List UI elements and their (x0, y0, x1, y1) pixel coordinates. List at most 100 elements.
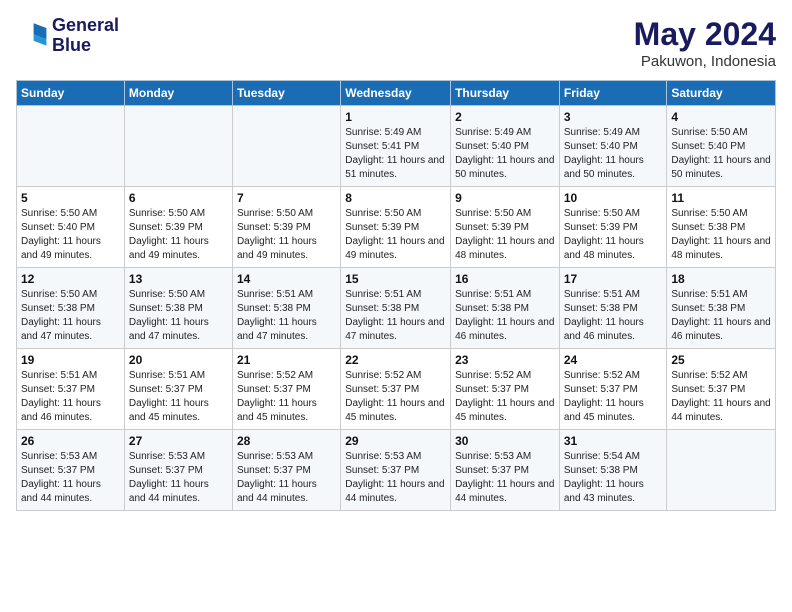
day-number: 1 (345, 110, 446, 124)
logo: General Blue (16, 16, 119, 56)
calendar-cell: 2 Sunrise: 5:49 AMSunset: 5:40 PMDaylight… (451, 106, 560, 187)
day-info: Sunrise: 5:49 AMSunset: 5:41 PMDaylight:… (345, 126, 446, 182)
calendar-cell: 12Sunrise: 5:50 AMSunset: 5:38 PMDayligh… (17, 268, 125, 349)
day-number: 28 (237, 434, 336, 448)
day-info: Sunrise: 5:50 AMSunset: 5:39 PMDaylight:… (237, 207, 336, 263)
day-info: Sunrise: 5:52 AMSunset: 5:37 PMDaylight:… (455, 369, 555, 425)
day-info: Sunrise: 5:53 AMSunset: 5:37 PMDaylight:… (345, 450, 446, 506)
day-info: Sunrise: 5:51 AMSunset: 5:38 PMDaylight:… (564, 288, 663, 344)
calendar-cell: 18Sunrise: 5:51 AMSunset: 5:38 PMDayligh… (667, 268, 776, 349)
calendar-cell: 29 Sunrise: 5:53 AMSunset: 5:37 PMDayligh… (341, 430, 451, 511)
day-number: 14 (237, 272, 336, 286)
calendar-cell: 1 Sunrise: 5:49 AMSunset: 5:41 PMDaylight… (341, 106, 451, 187)
day-info: Sunrise: 5:51 AMSunset: 5:37 PMDaylight:… (129, 369, 228, 425)
calendar-cell (17, 106, 125, 187)
calendar-cell: 30Sunrise: 5:53 AMSunset: 5:37 PMDayligh… (451, 430, 560, 511)
month-title: May 2024 (634, 16, 776, 53)
day-number: 19 (21, 353, 120, 367)
calendar-cell: 22 Sunrise: 5:52 AMSunset: 5:37 PMDayligh… (341, 349, 451, 430)
calendar-cell (124, 106, 232, 187)
calendar-cell (667, 430, 776, 511)
day-info: Sunrise: 5:50 AMSunset: 5:38 PMDaylight:… (129, 288, 228, 344)
calendar-week-row: 19 Sunrise: 5:51 AMSunset: 5:37 PMDayligh… (17, 349, 776, 430)
day-number: 6 (129, 191, 228, 205)
day-info: Sunrise: 5:49 AMSunset: 5:40 PMDaylight:… (564, 126, 663, 182)
day-number: 3 (564, 110, 663, 124)
day-info: Sunrise: 5:51 AMSunset: 5:38 PMDaylight:… (345, 288, 446, 344)
calendar-cell: 28 Sunrise: 5:53 AMSunset: 5:37 PMDayligh… (232, 430, 340, 511)
day-number: 15 (345, 272, 446, 286)
calendar-cell: 3 Sunrise: 5:49 AMSunset: 5:40 PMDaylight… (559, 106, 667, 187)
day-number: 23 (455, 353, 555, 367)
day-info: Sunrise: 5:50 AMSunset: 5:39 PMDaylight:… (455, 207, 555, 263)
calendar-cell: 21Sunrise: 5:52 AMSunset: 5:37 PMDayligh… (232, 349, 340, 430)
title-block: May 2024 Pakuwon, Indonesia (634, 16, 776, 70)
calendar-cell: 19Sunrise: 5:51 AMSunset: 5:37 PMDayligh… (17, 349, 125, 430)
day-number: 10 (564, 191, 663, 205)
day-info: Sunrise: 5:49 AMSunset: 5:40 PMDaylight:… (455, 126, 555, 182)
day-number: 11 (671, 191, 771, 205)
calendar-cell: 15 Sunrise: 5:51 AMSunset: 5:38 PMDayligh… (341, 268, 451, 349)
calendar-cell: 31 Sunrise: 5:54 AMSunset: 5:38 PMDayligh… (559, 430, 667, 511)
day-number: 13 (129, 272, 228, 286)
day-number: 7 (237, 191, 336, 205)
calendar-cell (232, 106, 340, 187)
weekday-header: Wednesday (341, 81, 451, 106)
day-number: 17 (564, 272, 663, 286)
calendar-cell: 7 Sunrise: 5:50 AMSunset: 5:39 PMDaylight… (232, 187, 340, 268)
day-number: 24 (564, 353, 663, 367)
day-number: 8 (345, 191, 446, 205)
calendar-cell: 26Sunrise: 5:53 AMSunset: 5:37 PMDayligh… (17, 430, 125, 511)
weekday-header: Tuesday (232, 81, 340, 106)
day-number: 29 (345, 434, 446, 448)
day-number: 12 (21, 272, 120, 286)
day-number: 16 (455, 272, 555, 286)
day-info: Sunrise: 5:53 AMSunset: 5:37 PMDaylight:… (237, 450, 336, 506)
calendar-cell: 9 Sunrise: 5:50 AMSunset: 5:39 PMDaylight… (451, 187, 560, 268)
calendar-cell: 17 Sunrise: 5:51 AMSunset: 5:38 PMDayligh… (559, 268, 667, 349)
day-number: 4 (671, 110, 771, 124)
day-info: Sunrise: 5:52 AMSunset: 5:37 PMDaylight:… (345, 369, 446, 425)
day-info: Sunrise: 5:50 AMSunset: 5:39 PMDaylight:… (564, 207, 663, 263)
weekday-header: Saturday (667, 81, 776, 106)
day-info: Sunrise: 5:50 AMSunset: 5:39 PMDaylight:… (129, 207, 228, 263)
day-number: 9 (455, 191, 555, 205)
calendar-week-row: 26Sunrise: 5:53 AMSunset: 5:37 PMDayligh… (17, 430, 776, 511)
calendar-cell: 20 Sunrise: 5:51 AMSunset: 5:37 PMDayligh… (124, 349, 232, 430)
calendar-cell: 24Sunrise: 5:52 AMSunset: 5:37 PMDayligh… (559, 349, 667, 430)
calendar-cell: 8Sunrise: 5:50 AMSunset: 5:39 PMDaylight… (341, 187, 451, 268)
day-info: Sunrise: 5:53 AMSunset: 5:37 PMDaylight:… (129, 450, 228, 506)
calendar-cell: 4Sunrise: 5:50 AMSunset: 5:40 PMDaylight… (667, 106, 776, 187)
weekday-header: Sunday (17, 81, 125, 106)
calendar-cell: 10 Sunrise: 5:50 AMSunset: 5:39 PMDayligh… (559, 187, 667, 268)
day-info: Sunrise: 5:54 AMSunset: 5:38 PMDaylight:… (564, 450, 663, 506)
day-number: 20 (129, 353, 228, 367)
calendar-cell: 27 Sunrise: 5:53 AMSunset: 5:37 PMDayligh… (124, 430, 232, 511)
logo-text: General Blue (52, 16, 119, 56)
calendar-cell: 23 Sunrise: 5:52 AMSunset: 5:37 PMDayligh… (451, 349, 560, 430)
calendar-week-row: 5Sunrise: 5:50 AMSunset: 5:40 PMDaylight… (17, 187, 776, 268)
calendar-cell: 6 Sunrise: 5:50 AMSunset: 5:39 PMDaylight… (124, 187, 232, 268)
calendar-cell: 13 Sunrise: 5:50 AMSunset: 5:38 PMDayligh… (124, 268, 232, 349)
calendar-week-row: 1 Sunrise: 5:49 AMSunset: 5:41 PMDaylight… (17, 106, 776, 187)
day-info: Sunrise: 5:52 AMSunset: 5:37 PMDaylight:… (671, 369, 771, 425)
day-number: 27 (129, 434, 228, 448)
day-info: Sunrise: 5:52 AMSunset: 5:37 PMDaylight:… (237, 369, 336, 425)
calendar-cell: 14 Sunrise: 5:51 AMSunset: 5:38 PMDayligh… (232, 268, 340, 349)
weekday-header: Friday (559, 81, 667, 106)
day-info: Sunrise: 5:51 AMSunset: 5:38 PMDaylight:… (237, 288, 336, 344)
page-header: General Blue May 2024 Pakuwon, Indonesia (16, 16, 776, 70)
calendar-cell: 11 Sunrise: 5:50 AMSunset: 5:38 PMDayligh… (667, 187, 776, 268)
day-number: 5 (21, 191, 120, 205)
calendar-cell: 25 Sunrise: 5:52 AMSunset: 5:37 PMDayligh… (667, 349, 776, 430)
day-number: 31 (564, 434, 663, 448)
day-number: 18 (671, 272, 771, 286)
day-number: 2 (455, 110, 555, 124)
day-number: 25 (671, 353, 771, 367)
location: Pakuwon, Indonesia (634, 53, 776, 70)
calendar-week-row: 12 Sunrise: 5:50 AMSunset: 5:38 PMDayligh… (17, 268, 776, 349)
calendar-cell: 16Sunrise: 5:51 AMSunset: 5:38 PMDayligh… (451, 268, 560, 349)
day-info: Sunrise: 5:50 AMSunset: 5:38 PMDaylight:… (671, 207, 771, 263)
day-number: 22 (345, 353, 446, 367)
weekday-header: Monday (124, 81, 232, 106)
